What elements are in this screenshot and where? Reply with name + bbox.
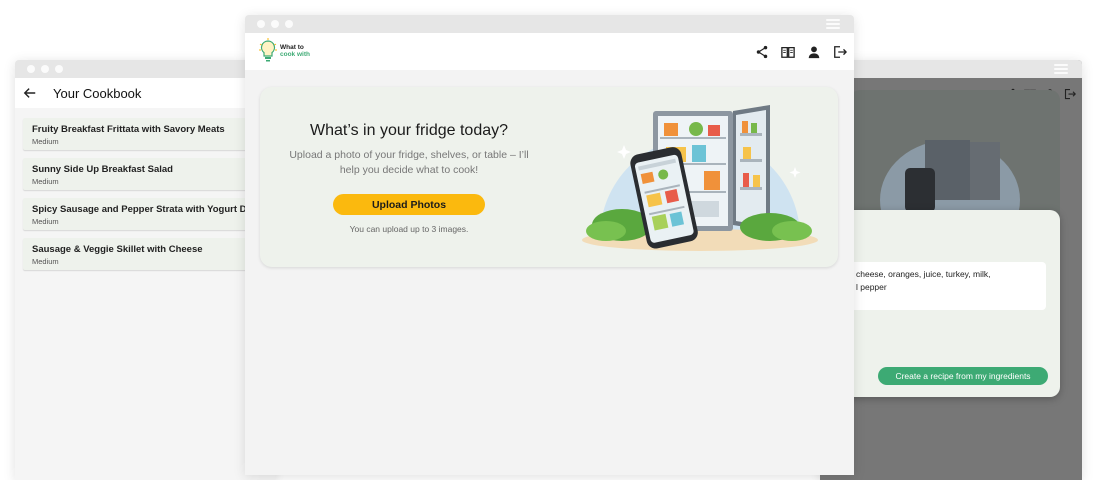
logo-text: What to cook with xyxy=(280,44,310,58)
hero-title: What’s in your fridge today? xyxy=(309,122,509,139)
profile-button[interactable] xyxy=(806,45,822,59)
main-window: What to cook with What’s in your fridge … xyxy=(245,15,854,475)
ingredients-text-line: l pepper xyxy=(856,282,887,292)
logout-icon[interactable] xyxy=(1064,88,1076,100)
book-icon xyxy=(781,46,795,58)
cookbook-header: Your Cookbook xyxy=(15,78,275,108)
recipe-name: Sausage & Veggie Skillet with Cheese xyxy=(32,244,203,255)
ingredients-input[interactable]: cheese, oranges, juice, turkey, milk, l … xyxy=(840,262,1046,310)
recipe-name: Sunny Side Up Breakfast Salad xyxy=(32,164,173,175)
create-recipe-button[interactable]: Create a recipe from my ingredients xyxy=(878,367,1048,385)
toolbar xyxy=(754,45,848,59)
upload-photos-button[interactable]: Upload Photos xyxy=(333,194,485,215)
recipe-difficulty: Medium xyxy=(32,257,59,266)
logo-line-2: cook with xyxy=(280,51,310,58)
user-icon xyxy=(808,46,820,59)
window-chrome xyxy=(245,15,854,33)
recipe-name: Spicy Sausage and Pepper Strata with Yog… xyxy=(32,204,259,215)
logout-icon xyxy=(834,46,847,58)
logout-button[interactable] xyxy=(832,45,848,59)
fridge-phone-illustration xyxy=(582,105,818,251)
upload-note: You can upload up to 3 images. xyxy=(349,224,469,234)
recipe-name: Fruity Breakfast Frittata with Savory Me… xyxy=(32,124,225,135)
recipe-item[interactable]: Sunny Side Up Breakfast Salad Medium xyxy=(23,158,259,190)
recipe-difficulty: Medium xyxy=(32,217,59,226)
back-arrow-icon[interactable] xyxy=(23,86,37,100)
recipe-item[interactable]: Spicy Sausage and Pepper Strata with Yog… xyxy=(23,198,259,230)
fridge-illustration xyxy=(880,140,1020,212)
window-chrome xyxy=(15,60,275,78)
recipe-item[interactable]: Sausage & Veggie Skillet with Cheese Med… xyxy=(23,238,259,270)
hero-subtitle: Upload a photo of your fridge, shelves, … xyxy=(289,149,529,176)
recipe-list: Fruity Breakfast Frittata with Savory Me… xyxy=(15,108,275,270)
share-button[interactable] xyxy=(754,45,770,59)
lightbulb-icon xyxy=(259,38,277,62)
recipe-difficulty: Medium xyxy=(32,177,59,186)
menu-icon[interactable] xyxy=(1054,64,1068,74)
recipe-item[interactable]: Fruity Breakfast Frittata with Savory Me… xyxy=(23,118,259,150)
logo-line-1: What to xyxy=(280,44,304,51)
app-header: What to cook with xyxy=(245,33,854,70)
menu-icon[interactable] xyxy=(826,19,840,29)
share-icon xyxy=(756,45,768,59)
recipe-difficulty: Medium xyxy=(32,137,59,146)
ingredients-text-line: cheese, oranges, juice, turkey, milk, xyxy=(856,269,991,279)
window-chrome xyxy=(820,60,1082,78)
app-logo[interactable]: What to cook with xyxy=(258,38,310,64)
upload-hero-card: What’s in your fridge today? Upload a ph… xyxy=(260,87,838,267)
ingredients-modal: cheese, oranges, juice, turkey, milk, l … xyxy=(820,210,1060,397)
cookbook-window: Your Cookbook Fruity Breakfast Frittata … xyxy=(15,60,275,480)
cookbook-button[interactable] xyxy=(780,45,796,59)
cookbook-title: Your Cookbook xyxy=(53,85,142,101)
